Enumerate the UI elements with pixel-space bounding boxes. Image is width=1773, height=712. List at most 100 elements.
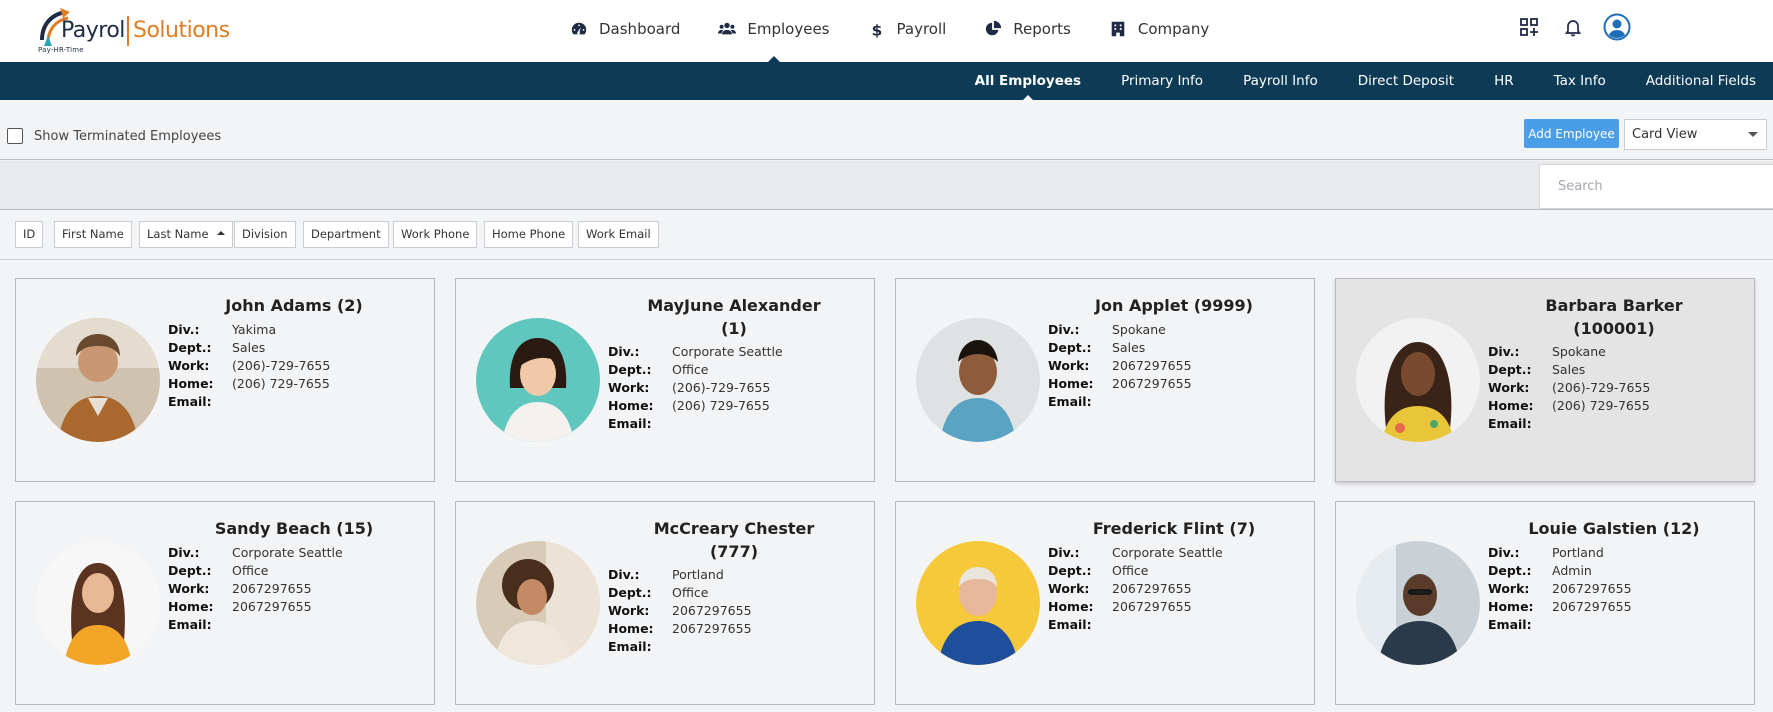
field-work-phone: Work: 2067297655 — [1488, 581, 1632, 596]
nav-label: Reports — [1013, 20, 1071, 38]
sort-ascending-icon — [216, 230, 225, 235]
field-division: Div.: Yakima — [168, 322, 277, 337]
field-department: Dept.: Sales — [168, 340, 266, 355]
employee-card[interactable]: Frederick Flint (7) Div.: Corporate Seatt… — [895, 501, 1315, 705]
employee-name: Sandy Beach (15) — [214, 519, 374, 538]
field-department: Dept.: Office — [608, 585, 709, 600]
employee-name: Jon Applet (9999) — [1095, 296, 1253, 315]
brand-logo[interactable]: Payroll Solutions Pay-HR-Time — [34, 6, 230, 54]
employee-details: Div.: Corporate Seattle Dept.: Office Work… — [1048, 544, 1223, 634]
nav-payroll[interactable]: $ Payroll — [868, 0, 947, 58]
employee-photo — [916, 541, 1040, 665]
field-home-phone: Home: 2067297655 — [168, 599, 312, 614]
field-department: Dept.: Office — [1048, 563, 1149, 578]
field-home-phone: Home: 2067297655 — [1488, 599, 1632, 614]
apps-button[interactable] — [1514, 12, 1544, 42]
employee-details: Div.: Portland Dept.: Admin Work: 206729765… — [1488, 544, 1632, 634]
brand-name-part2: Solutions — [133, 18, 230, 43]
user-avatar-icon — [1603, 13, 1631, 41]
subnav-direct-deposit[interactable]: Direct Deposit — [1358, 62, 1454, 100]
sort-label: Home Phone — [492, 227, 566, 241]
field-home-phone: Home: 2067297655 — [608, 621, 752, 636]
field-email: Email: — [608, 416, 652, 431]
field-email: Email: — [1488, 416, 1532, 431]
subnav-all-employees[interactable]: All Employees — [975, 62, 1081, 101]
employee-photo — [916, 318, 1040, 442]
employee-details: Div.: Yakima Dept.: Sales Work: (206)-729-7… — [168, 321, 330, 411]
bell-icon — [1564, 20, 1582, 37]
notifications-button[interactable] — [1558, 12, 1588, 42]
add-employee-button[interactable]: Add Employee — [1524, 119, 1619, 148]
employee-card[interactable]: Jon Applet (9999) Div.: Spokane Dept.: Sal… — [895, 278, 1315, 482]
view-mode-value: Card View — [1632, 127, 1698, 142]
field-work-phone: Work: (206)-729-7655 — [1488, 380, 1651, 395]
employee-photo — [1356, 541, 1480, 665]
user-menu-button[interactable] — [1602, 12, 1632, 42]
nav-label: Payroll — [896, 20, 947, 38]
field-division: Div.: Portland — [1488, 545, 1604, 560]
nav-company[interactable]: Company — [1109, 0, 1209, 58]
show-terminated-checkbox[interactable] — [7, 128, 23, 144]
subnav-tax-info[interactable]: Tax Info — [1554, 62, 1606, 100]
search-input[interactable] — [1539, 164, 1773, 209]
subnav-additional-fields[interactable]: Additional Fields — [1646, 62, 1756, 100]
building-icon — [1111, 21, 1125, 37]
field-email: Email: — [608, 639, 652, 654]
employee-card-grid: John Adams (2) Div.: Yakima Dept.: Sales W… — [0, 260, 1773, 712]
employee-name: MayJune Alexander (1) — [647, 296, 821, 338]
employee-name: John Adams (2) — [225, 296, 363, 315]
sort-label: Division — [242, 227, 288, 241]
nav-label: Company — [1137, 20, 1210, 38]
sort-label: Department — [311, 227, 381, 241]
sort-home-phone-button[interactable]: Home Phone — [484, 221, 574, 248]
sort-work-phone-button[interactable]: Work Phone — [393, 221, 478, 248]
nav-dashboard[interactable]: Dashboard — [570, 0, 680, 58]
users-icon — [718, 22, 737, 35]
subnav-payroll-info[interactable]: Payroll Info — [1243, 62, 1318, 100]
employee-photo-image — [916, 541, 1040, 665]
nav-employees[interactable]: Employees — [718, 0, 830, 62]
sort-label: Last Name — [147, 227, 209, 241]
subnav-primary-info[interactable]: Primary Info — [1121, 62, 1203, 100]
field-home-phone: Home: (206) 729-7655 — [608, 398, 770, 413]
sort-first-name-button[interactable]: First Name — [54, 221, 132, 248]
nav-reports[interactable]: Reports — [984, 0, 1071, 58]
employee-photo-image — [916, 318, 1040, 442]
field-department: Dept.: Sales — [1488, 362, 1586, 377]
brand-separator — [127, 16, 129, 46]
field-division: Div.: Corporate Seattle — [1048, 545, 1223, 560]
sort-department-button[interactable]: Department — [303, 221, 389, 248]
top-icons — [1514, 12, 1646, 42]
sort-division-button[interactable]: Division — [234, 221, 296, 248]
employee-card[interactable]: Sandy Beach (15) Div.: Corporate Seattle … — [15, 501, 435, 705]
employee-photo-image — [476, 318, 600, 442]
sort-label: Work Email — [586, 227, 651, 241]
search-band — [0, 161, 1773, 210]
field-home-phone: Home: (206) 729-7655 — [1488, 398, 1650, 413]
field-work-phone: Work: 2067297655 — [608, 603, 752, 618]
field-division: Div.: Corporate Seattle — [608, 344, 783, 359]
field-home-phone: Home: (206) 729-7655 — [168, 376, 330, 391]
brand-tagline: Pay-HR-Time — [38, 46, 84, 54]
employee-card[interactable]: MayJune Alexander (1) Div.: Corporate Seat… — [455, 278, 875, 482]
field-department: Dept.: Office — [168, 563, 269, 578]
employee-photo-image — [36, 541, 160, 665]
nav-label: Dashboard — [599, 20, 681, 38]
field-division: Div.: Spokane — [1048, 322, 1166, 337]
employee-card[interactable]: McCreary Chester (777) Div.: Portland Dept… — [455, 501, 875, 705]
show-terminated-toggle[interactable]: Show Terminated Employees — [7, 128, 221, 144]
view-mode-select[interactable]: Card View — [1624, 119, 1767, 150]
employee-card[interactable]: Louie Galstien (12) Div.: Portland Dept.:… — [1335, 501, 1755, 705]
employee-card[interactable]: Barbara Barker (100001) Div.: Spokane Dept… — [1335, 278, 1755, 482]
sort-work-email-button[interactable]: Work Email — [578, 221, 659, 248]
sort-last-name-button[interactable]: Last Name — [139, 221, 233, 248]
employee-details: Div.: Corporate Seattle Dept.: Office Work… — [168, 544, 343, 634]
pie-chart-icon — [986, 20, 1002, 36]
field-email: Email: — [1048, 617, 1092, 632]
subnav-hr[interactable]: HR — [1494, 62, 1514, 100]
employee-card[interactable]: John Adams (2) Div.: Yakima Dept.: Sales W… — [15, 278, 435, 482]
top-bar: Payroll Solutions Pay-HR-Time Dashboard … — [0, 0, 1773, 62]
sort-id-button[interactable]: ID — [15, 221, 44, 248]
employee-photo — [476, 541, 600, 665]
show-terminated-label: Show Terminated Employees — [34, 128, 222, 144]
